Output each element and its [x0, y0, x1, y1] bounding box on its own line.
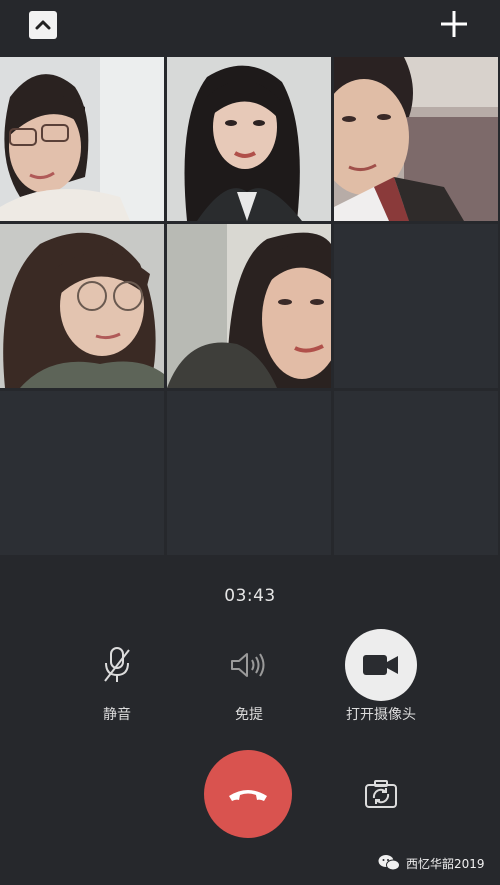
- mute-button[interactable]: 静音: [62, 630, 172, 724]
- mute-label: 静音: [103, 707, 131, 723]
- call-duration: 03:43: [224, 586, 276, 606]
- video-tile-empty: [334, 224, 498, 388]
- participant-video: [167, 224, 331, 388]
- speaker-icon: [231, 653, 265, 677]
- speaker-button[interactable]: 免提: [194, 630, 304, 724]
- participant-video: [334, 57, 498, 221]
- camera-toggle-button[interactable]: 打开摄像头: [326, 629, 436, 724]
- chevron-up-icon: [35, 20, 51, 30]
- speaker-label: 免提: [235, 707, 263, 723]
- participant-video: [0, 224, 164, 388]
- participant-video: [167, 57, 331, 221]
- plus-icon: [441, 11, 467, 37]
- video-tile-participant-2[interactable]: [167, 57, 331, 221]
- video-camera-icon: [363, 655, 398, 675]
- video-tile-participant-4[interactable]: [0, 224, 164, 388]
- video-tile-participant-5[interactable]: [167, 224, 331, 388]
- top-bar: [0, 0, 500, 56]
- wechat-icon: [378, 855, 400, 871]
- video-tile-participant-3[interactable]: [334, 57, 498, 221]
- video-tile-empty: [334, 391, 498, 555]
- microphone-icon: [104, 647, 130, 682]
- phone-hangup-icon: [229, 790, 267, 801]
- participant-video: [0, 57, 164, 221]
- camera-label: 打开摄像头: [346, 707, 416, 723]
- collapse-button[interactable]: [29, 11, 57, 39]
- add-participant-button[interactable]: [438, 8, 470, 40]
- video-tile-empty: [167, 391, 331, 555]
- video-tile-participant-1[interactable]: [0, 57, 164, 221]
- watermark: 西忆华韶2019: [378, 852, 485, 874]
- hangup-button[interactable]: [204, 750, 292, 838]
- camera-switch-icon: [365, 780, 397, 808]
- flip-camera-button[interactable]: [362, 776, 400, 814]
- video-grid: [0, 57, 500, 555]
- watermark-text: 西忆华韶2019: [406, 856, 485, 871]
- video-tile-empty: [0, 391, 164, 555]
- camera-circle[interactable]: [345, 629, 417, 701]
